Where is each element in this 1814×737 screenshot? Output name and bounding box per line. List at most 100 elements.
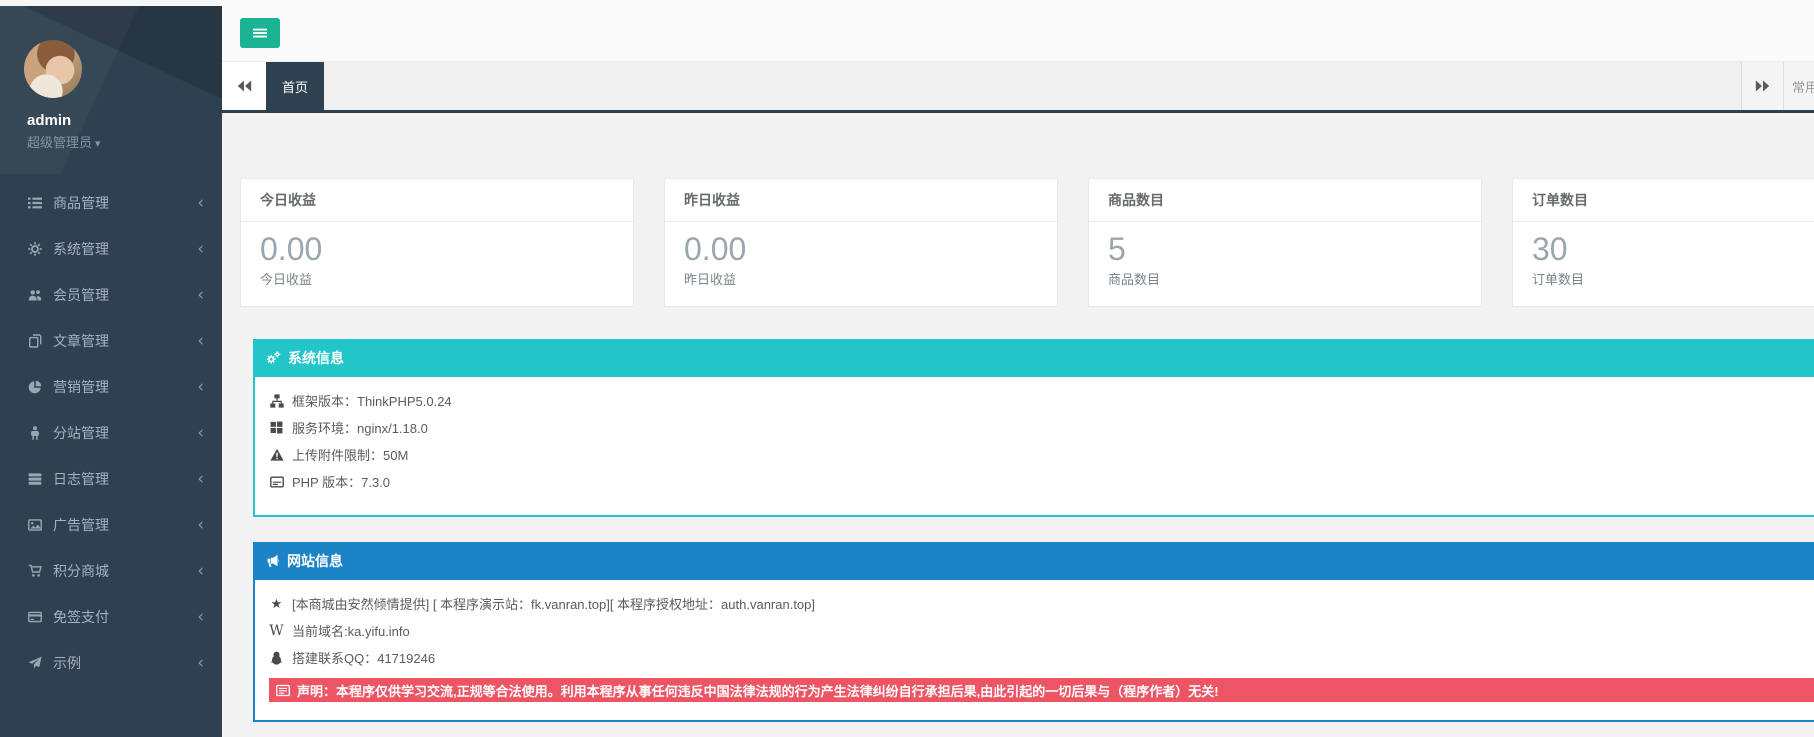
cogs-icon: [266, 351, 281, 365]
sidebar-toggle-button[interactable]: [240, 18, 280, 48]
display-icon: [269, 475, 284, 489]
tabs-more-dropdown[interactable]: 常用: [1783, 62, 1814, 110]
site-info-panel: 网站信息 ★ [本商城由安然倾情提供] [ 本程序演示站：fk.vanran.t…: [253, 542, 1814, 722]
files-icon: [27, 334, 43, 348]
system-info-body: 框架版本：ThinkPHP5.0.24 服务环境：nginx/1.18.0 上传…: [253, 377, 1814, 517]
chevron-left-icon: ‹: [197, 287, 204, 304]
sidebar-item-goods[interactable]: 商品管理 ‹: [0, 180, 222, 226]
sidebar-item-articles[interactable]: 文章管理 ‹: [0, 318, 222, 364]
tab-home-label: 首页: [282, 77, 308, 96]
role-dropdown[interactable]: 超级管理员▾: [27, 132, 222, 151]
caret-down-icon: ▾: [95, 138, 101, 150]
logs-icon: [27, 472, 43, 486]
tabs-scroll-left-button[interactable]: [222, 62, 266, 110]
info-row-text: 框架版本：ThinkPHP5.0.24: [292, 391, 452, 410]
qq-icon: [269, 651, 284, 665]
sidebar-item-label: 营销管理: [53, 377, 109, 397]
role-label: 超级管理员: [27, 135, 92, 150]
sidebar-item-label: 会员管理: [53, 285, 109, 305]
chevron-left-icon: ‹: [197, 241, 204, 258]
stat-card-value: 30: [1532, 231, 1814, 268]
sidebar-item-system[interactable]: 系统管理 ‹: [0, 226, 222, 272]
chevron-left-icon: ‹: [197, 563, 204, 580]
disclaimer-text: 声明：本程序仅供学习交流,正规等合法使用。利用本程序从事任何违反中国法律法规的行…: [297, 681, 1219, 700]
tabs-track: [324, 62, 1741, 110]
info-row-upload-limit: 上传附件限制：50M: [269, 441, 1814, 468]
stat-card-goods-count: 商品数目 5商品数目: [1088, 178, 1482, 307]
username: admin: [27, 112, 222, 129]
info-row-contact-qq: 搭建联系QQ：41719246: [269, 644, 1814, 671]
sitemap-icon: [269, 394, 284, 408]
sidebar-item-ads[interactable]: 广告管理 ‹: [0, 502, 222, 548]
sidebar-item-members[interactable]: 会员管理 ‹: [0, 272, 222, 318]
sidebar-item-label: 示例: [53, 653, 81, 673]
stat-card-title: 商品数目: [1089, 179, 1481, 222]
stat-card-orders-count: 订单数目 30订单数目: [1512, 178, 1814, 307]
info-row-text: 当前域名:ka.yifu.info: [292, 621, 410, 640]
stat-card-title: 订单数目: [1513, 179, 1814, 222]
site-info-title: 网站信息: [287, 551, 343, 571]
stat-card-sublabel: 昨日收益: [684, 269, 1038, 288]
windows-icon: [269, 421, 284, 434]
sidebar-item-marketing[interactable]: 营销管理 ‹: [0, 364, 222, 410]
info-row-php-version: PHP 版本：7.3.0: [269, 468, 1814, 495]
main-area: 首页 常用 今日收益 0.00今日收益 昨日收益 0.00昨日收益 商品数目 5…: [222, 0, 1814, 737]
chevron-left-icon: ‹: [197, 195, 204, 212]
person-icon: [27, 426, 43, 440]
credit-card-icon: [27, 610, 43, 624]
tab-home[interactable]: 首页: [266, 62, 324, 110]
bullhorn-icon: [266, 554, 280, 568]
sidebar-item-logs[interactable]: 日志管理 ‹: [0, 456, 222, 502]
sidebar-item-label: 商品管理: [53, 193, 109, 213]
sidebar-item-label: 系统管理: [53, 239, 109, 259]
info-row-domain: W 当前域名:ka.yifu.info: [269, 617, 1814, 644]
info-row-server: 服务环境：nginx/1.18.0: [269, 414, 1814, 441]
page-tabs: 首页 常用: [222, 62, 1814, 113]
avatar[interactable]: [24, 40, 82, 98]
cart-icon: [27, 564, 43, 578]
sidebar-item-payment[interactable]: 免签支付 ‹: [0, 594, 222, 640]
info-row-text: 上传附件限制：50M: [292, 445, 408, 464]
info-row-text: [本商城由安然倾情提供] [ 本程序演示站：fk.vanran.top][ 本程…: [292, 594, 815, 613]
stat-card-value: 0.00: [684, 231, 1038, 268]
warning-icon: [269, 448, 284, 462]
chevron-left-icon: ‹: [197, 425, 204, 442]
stat-card-sublabel: 今日收益: [260, 269, 614, 288]
site-info-header: 网站信息: [253, 542, 1814, 580]
stat-card-yesterday-income: 昨日收益 0.00昨日收益: [664, 178, 1058, 307]
system-info-title: 系统信息: [288, 348, 344, 368]
stat-card-value: 5: [1108, 231, 1462, 268]
newspaper-icon: [276, 684, 290, 697]
site-info-body: ★ [本商城由安然倾情提供] [ 本程序演示站：fk.vanran.top][ …: [253, 580, 1814, 722]
sidebar-item-substation[interactable]: 分站管理 ‹: [0, 410, 222, 456]
stat-card-value: 0.00: [260, 231, 614, 268]
backward-icon: [237, 80, 252, 92]
users-icon: [27, 288, 43, 302]
chevron-left-icon: ‹: [197, 517, 204, 534]
pie-chart-icon: [27, 380, 43, 394]
paper-plane-icon: [27, 656, 43, 670]
chevron-left-icon: ‹: [197, 609, 204, 626]
chevron-left-icon: ‹: [197, 379, 204, 396]
stat-card-title: 今日收益: [241, 179, 633, 222]
admin-dashboard: admin 超级管理员▾ 商品管理 ‹ 系统管理 ‹ 会员管理 ‹ 文章管理: [0, 0, 1814, 737]
chevron-left-icon: ‹: [197, 471, 204, 488]
sidebar: admin 超级管理员▾ 商品管理 ‹ 系统管理 ‹ 会员管理 ‹ 文章管理: [0, 6, 222, 737]
stat-card-title: 昨日收益: [665, 179, 1057, 222]
sidebar-item-points-mall[interactable]: 积分商城 ‹: [0, 548, 222, 594]
tabs-scroll-right-button[interactable]: [1741, 62, 1783, 110]
gear-icon: [27, 242, 43, 256]
wikipedia-w-icon: W: [269, 623, 284, 639]
disclaimer-banner: 声明：本程序仅供学习交流,正规等合法使用。利用本程序从事任何违反中国法律法规的行…: [269, 678, 1814, 702]
sidebar-item-example[interactable]: 示例 ‹: [0, 640, 222, 686]
sidebar-item-label: 积分商城: [53, 561, 109, 581]
tabs-more-label: 常用: [1792, 77, 1814, 96]
system-info-header: 系统信息: [253, 339, 1814, 377]
sidebar-item-label: 广告管理: [53, 515, 109, 535]
stat-card-today-income: 今日收益 0.00今日收益: [240, 178, 634, 307]
system-info-panel: 系统信息 框架版本：ThinkPHP5.0.24 服务环境：nginx/1.18…: [253, 339, 1814, 517]
hamburger-icon: [252, 26, 268, 40]
chevron-left-icon: ‹: [197, 333, 204, 350]
sidebar-profile: admin 超级管理员▾: [0, 6, 222, 174]
info-row-provider: ★ [本商城由安然倾情提供] [ 本程序演示站：fk.vanran.top][ …: [269, 590, 1814, 617]
